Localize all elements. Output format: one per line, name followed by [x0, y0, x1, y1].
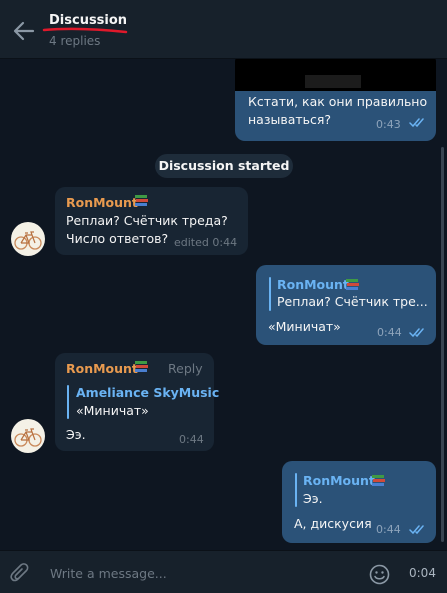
recording-timer: 0:04: [409, 566, 436, 580]
book-icon: [372, 475, 385, 486]
message-text: А, дискусия: [294, 516, 372, 531]
message-bubble[interactable]: RonMount Reply Ameliance SkyMusic «Минич…: [55, 353, 219, 451]
book-icon: [135, 361, 148, 372]
message-input[interactable]: [50, 562, 350, 584]
media-preview[interactable]: [235, 59, 436, 91]
quote-author[interactable]: Ameliance SkyMusic: [76, 384, 219, 402]
quote-bar: [269, 277, 271, 311]
bicycle-avatar: [14, 231, 42, 250]
double-check-icon: [409, 118, 424, 128]
double-check-icon: [409, 525, 424, 535]
quote-bar: [67, 385, 69, 419]
quote-text: Ээ.: [303, 491, 323, 506]
attach-icon[interactable]: [10, 563, 30, 585]
message-time: 0:43: [376, 118, 401, 131]
sender-name[interactable]: RonMount: [66, 195, 138, 211]
message-text: Ээ.: [66, 427, 86, 442]
sender-name[interactable]: RonMount: [66, 361, 138, 377]
message-bubble[interactable]: Кстати, как они правильно называться? 0:…: [235, 59, 436, 141]
chat-header: Discussion 4 replies: [0, 0, 447, 59]
message-time: edited 0:44: [174, 236, 238, 249]
quote-text: Реплаи? Счётчик тре...: [277, 294, 428, 309]
reply-count: 4 replies: [49, 34, 101, 48]
service-message: Discussion started: [155, 154, 293, 178]
message-bubble[interactable]: RonMount Ээ. А, дискусия 0:44: [282, 461, 436, 543]
scrollbar[interactable]: [441, 147, 444, 542]
quote-text: «Миничат»: [76, 403, 149, 418]
quote-author[interactable]: RonMount: [303, 472, 375, 490]
composer: 0:04: [0, 550, 447, 593]
back-arrow-icon[interactable]: [12, 20, 36, 42]
message-time: 0:44: [377, 326, 402, 339]
message-text: называться?: [248, 112, 332, 127]
book-icon: [346, 279, 359, 290]
message-time: 0:44: [376, 523, 401, 536]
message-time: 0:44: [179, 433, 204, 446]
quote-author[interactable]: RonMount: [277, 276, 349, 294]
bicycle-avatar: [14, 428, 42, 447]
message-list[interactable]: Кстати, как они правильно называться? 0:…: [0, 59, 447, 550]
avatar[interactable]: [11, 419, 45, 453]
message-text: «Миничат»: [268, 319, 341, 334]
reply-button[interactable]: Reply: [168, 361, 203, 377]
double-check-icon: [409, 328, 424, 338]
book-icon: [135, 195, 148, 206]
message-bubble[interactable]: RonMount Реплаи? Счётчик треда? Число от…: [55, 187, 248, 255]
quote-bar: [295, 473, 297, 507]
avatar[interactable]: [11, 222, 45, 256]
message-text: Число ответов?: [66, 231, 169, 246]
emoji-icon[interactable]: [369, 564, 390, 585]
message-bubble[interactable]: RonMount Реплаи? Счётчик тре... «Миничат…: [256, 265, 436, 345]
